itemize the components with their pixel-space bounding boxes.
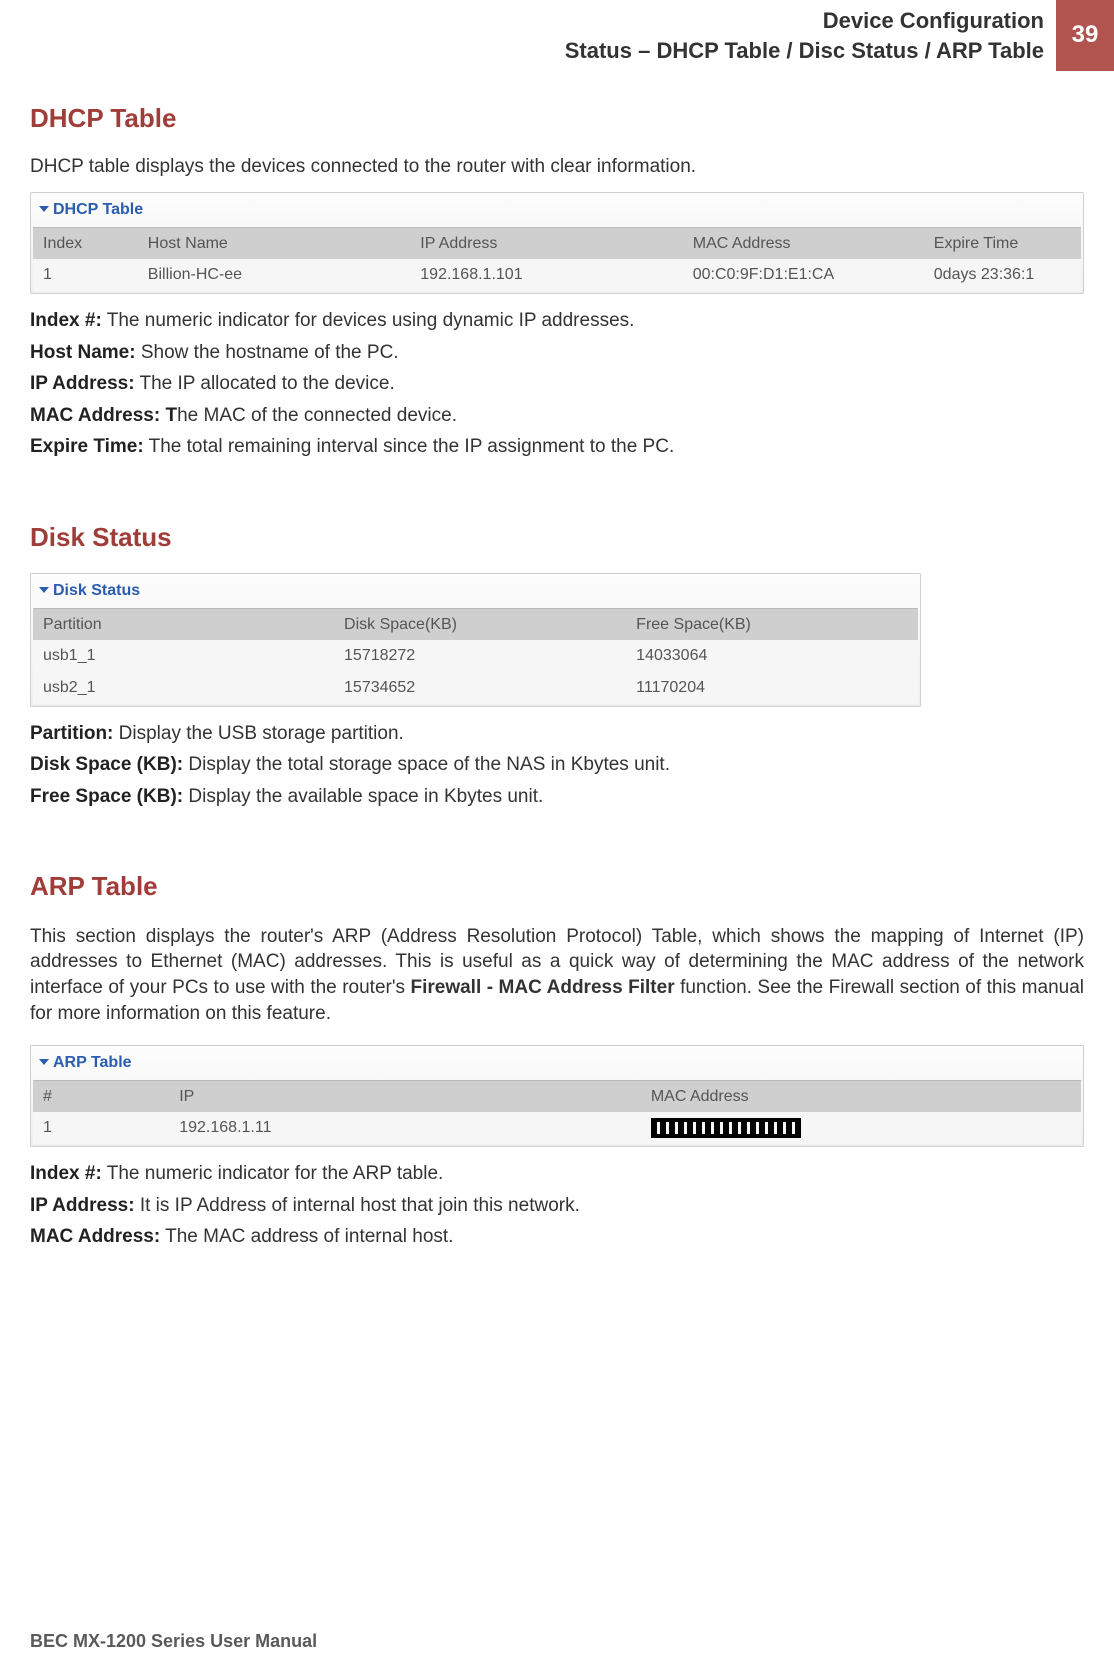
- dhcp-heading: DHCP Table: [30, 101, 1084, 136]
- arp-def-ip: IP Address: It is IP Address of internal…: [30, 1193, 1084, 1219]
- disk-table: Partition Disk Space(KB) Free Space(KB) …: [33, 608, 918, 704]
- cell-partition: usb2_1: [33, 672, 334, 704]
- header-title: Device Configuration Status – DHCP Table…: [565, 0, 1056, 71]
- table-row: 1 192.168.1.11: [33, 1112, 1081, 1144]
- disk-def-partition: Partition: Display the USB storage parti…: [30, 721, 1084, 747]
- arp-table: # IP MAC Address 1 192.168.1.11: [33, 1080, 1081, 1144]
- cell-partition: usb1_1: [33, 640, 334, 672]
- disk-panel: Disk Status Partition Disk Space(KB) Fre…: [30, 573, 921, 706]
- disk-def-freespace: Free Space (KB): Display the available s…: [30, 784, 1084, 810]
- cell-host: Billion-HC-ee: [138, 259, 410, 291]
- disk-panel-title-text: Disk Status: [53, 582, 140, 599]
- col-ip: IP Address: [410, 227, 682, 259]
- col-freespace: Free Space(KB): [626, 608, 918, 640]
- table-row: usb1_1 15718272 14033064: [33, 640, 918, 672]
- arp-heading: ARP Table: [30, 869, 1084, 904]
- dhcp-def-expire: Expire Time: The total remaining interva…: [30, 434, 1084, 460]
- chevron-down-icon: [39, 587, 49, 593]
- dhcp-def-host: Host Name: Show the hostname of the PC.: [30, 340, 1084, 366]
- arp-intro: This section displays the router's ARP (…: [30, 924, 1084, 1027]
- col-index: Index: [33, 227, 138, 259]
- dhcp-table: Index Host Name IP Address MAC Address E…: [33, 227, 1081, 291]
- arp-panel-title-text: ARP Table: [53, 1054, 132, 1071]
- cell-diskspace: 15718272: [334, 640, 626, 672]
- dhcp-intro: DHCP table displays the devices connecte…: [30, 154, 1084, 180]
- arp-def-mac: MAC Address: The MAC address of internal…: [30, 1224, 1084, 1250]
- cell-mac: 00:C0:9F:D1:E1:CA: [683, 259, 924, 291]
- chevron-down-icon: [39, 1059, 49, 1065]
- cell-expire: 0days 23:36:1: [924, 259, 1081, 291]
- col-ip: IP: [169, 1080, 641, 1112]
- cell-ip: 192.168.1.11: [169, 1112, 641, 1144]
- disk-panel-title: Disk Status: [33, 576, 918, 608]
- col-mac: MAC Address: [641, 1080, 1081, 1112]
- cell-freespace: 14033064: [626, 640, 918, 672]
- header-line2: Status – DHCP Table / Disc Status / ARP …: [565, 36, 1044, 66]
- col-mac: MAC Address: [683, 227, 924, 259]
- cell-num: 1: [33, 1112, 169, 1144]
- dhcp-panel-title-text: DHCP Table: [53, 201, 143, 218]
- footer-text: BEC MX-1200 Series User Manual: [30, 1629, 317, 1653]
- col-partition: Partition: [33, 608, 334, 640]
- table-header-row: Index Host Name IP Address MAC Address E…: [33, 227, 1081, 259]
- disk-heading: Disk Status: [30, 520, 1084, 555]
- redacted-mac: [651, 1118, 801, 1138]
- col-expire: Expire Time: [924, 227, 1081, 259]
- cell-mac-redacted: [641, 1112, 1081, 1144]
- dhcp-panel-title: DHCP Table: [33, 195, 1081, 227]
- dhcp-def-index: Index #: The numeric indicator for devic…: [30, 308, 1084, 334]
- page-header: Device Configuration Status – DHCP Table…: [0, 0, 1114, 71]
- col-host: Host Name: [138, 227, 410, 259]
- header-line1: Device Configuration: [565, 6, 1044, 36]
- arp-def-index: Index #: The numeric indicator for the A…: [30, 1161, 1084, 1187]
- table-header-row: # IP MAC Address: [33, 1080, 1081, 1112]
- dhcp-panel: DHCP Table Index Host Name IP Address MA…: [30, 192, 1084, 294]
- table-row: 1 Billion-HC-ee 192.168.1.101 00:C0:9F:D…: [33, 259, 1081, 291]
- table-row: usb2_1 15734652 11170204: [33, 672, 918, 704]
- dhcp-def-mac: MAC Address: The MAC of the connected de…: [30, 403, 1084, 429]
- col-num: #: [33, 1080, 169, 1112]
- table-header-row: Partition Disk Space(KB) Free Space(KB): [33, 608, 918, 640]
- cell-diskspace: 15734652: [334, 672, 626, 704]
- arp-panel: ARP Table # IP MAC Address 1 192.168.1.1…: [30, 1045, 1084, 1147]
- arp-panel-title: ARP Table: [33, 1048, 1081, 1080]
- page-number: 39: [1056, 0, 1114, 71]
- dhcp-def-ip: IP Address: The IP allocated to the devi…: [30, 371, 1084, 397]
- cell-freespace: 11170204: [626, 672, 918, 704]
- cell-ip: 192.168.1.101: [410, 259, 682, 291]
- col-diskspace: Disk Space(KB): [334, 608, 626, 640]
- disk-def-diskspace: Disk Space (KB): Display the total stora…: [30, 752, 1084, 778]
- chevron-down-icon: [39, 206, 49, 212]
- cell-index: 1: [33, 259, 138, 291]
